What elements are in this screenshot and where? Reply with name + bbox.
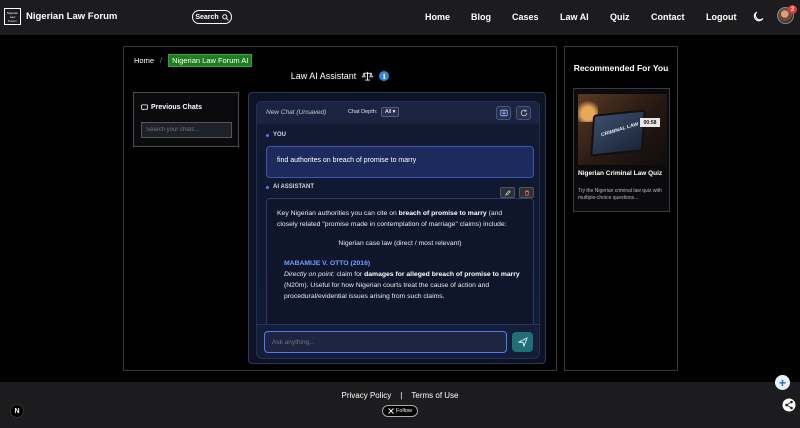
ai-role-label: AI ASSISTANT: [266, 184, 314, 190]
site-logo[interactable]: Nigerian Law Forum: [4, 8, 21, 25]
user-role-label: YOU: [266, 132, 286, 138]
refresh-icon: [520, 109, 527, 117]
pencil-icon: [504, 189, 511, 196]
quiz-thumbnail: CRIMINAL LAW 00:58: [578, 94, 667, 165]
footer-links: Privacy Policy | Terms of Use: [0, 391, 800, 400]
nav-cases[interactable]: Cases: [512, 12, 539, 22]
chat-history-icon: [141, 104, 148, 111]
chat-depth-select[interactable]: All ▾: [381, 107, 400, 117]
chat-search-input[interactable]: [141, 122, 232, 138]
add-button[interactable]: +: [775, 375, 790, 390]
recommended-title: Recommended For You: [573, 63, 669, 73]
refresh-chat-button[interactable]: [516, 106, 531, 120]
breadcrumb-separator: /: [160, 56, 163, 65]
chat-window: New Chat (Unsaved) Chat Depth: All ▾ YOU…: [248, 92, 546, 364]
breadcrumb-home[interactable]: Home: [134, 56, 154, 65]
save-chat-button[interactable]: [496, 106, 511, 120]
chat-container: New Chat (Unsaved) Chat Depth: All ▾ YOU…: [256, 101, 540, 359]
edit-message-button[interactable]: [500, 187, 515, 198]
terms-of-use-link[interactable]: Terms of Use: [411, 391, 458, 400]
search-label: Search: [195, 13, 219, 21]
ai-intro: Key Nigerian authorities you can cite on…: [277, 210, 507, 228]
case-body: Directly on point: claim for damages for…: [284, 271, 520, 300]
recommended-panel: Recommended For You CRIMINAL LAW 00:58 N…: [564, 46, 678, 371]
ask-input[interactable]: [264, 331, 507, 353]
nav-law-ai[interactable]: Law AI: [560, 12, 589, 22]
case-title: MABAMIJE V. OTTO (2016): [284, 260, 371, 267]
moon-icon[interactable]: [753, 11, 764, 22]
save-icon: [499, 109, 508, 117]
scale-icon: [362, 71, 374, 81]
footer-separator: |: [400, 391, 403, 400]
recommended-card-title: Nigerian Criminal Law Quiz: [578, 170, 663, 177]
delete-message-button[interactable]: [519, 187, 534, 198]
brand-name[interactable]: Nigerian Law Forum: [26, 11, 117, 22]
chat-header: New Chat (Unsaved) Chat Depth: All ▾: [257, 102, 539, 124]
footer: Privacy Policy | Terms of Use Follow: [0, 382, 800, 428]
nav-quiz[interactable]: Quiz: [610, 12, 630, 22]
message-tools: [500, 187, 534, 198]
privacy-policy-link[interactable]: Privacy Policy: [342, 391, 392, 400]
top-nav: Nigerian Law Forum Nigerian Law Forum Se…: [0, 0, 800, 35]
send-icon: [517, 337, 528, 347]
notification-badge[interactable]: 2: [788, 5, 797, 14]
previous-chats-panel: Previous Chats: [133, 92, 239, 147]
share-icon[interactable]: [782, 398, 796, 412]
breadcrumb-current: Nigerian Law Forum AI: [168, 54, 253, 67]
nav-contact[interactable]: Contact: [651, 12, 685, 22]
chat-depth-label: Chat Depth:: [348, 109, 378, 115]
recommended-card-desc: Try the Nigerian criminal law quiz with …: [578, 188, 662, 201]
send-button[interactable]: [512, 332, 533, 352]
search-icon: [221, 13, 229, 21]
trash-icon: [524, 189, 529, 196]
nav-home[interactable]: Home: [425, 12, 450, 22]
info-icon[interactable]: i: [379, 71, 390, 81]
ai-message: Key Nigerian authorities you can cite on…: [266, 198, 534, 338]
nav-logout[interactable]: Logout: [706, 12, 737, 22]
nav-blog[interactable]: Blog: [471, 12, 491, 22]
chat-input-bar: [257, 324, 539, 358]
recommended-card[interactable]: CRIMINAL LAW 00:58 Nigerian Criminal Law…: [573, 88, 670, 212]
page-title-row: Law AI Assistant i: [124, 71, 556, 81]
previous-chats-title: Previous Chats: [141, 104, 202, 111]
n-badge[interactable]: N: [10, 404, 24, 418]
ai-section-heading: Nigerian case law (direct / most relevan…: [338, 240, 462, 247]
chat-title: New Chat (Unsaved): [266, 109, 327, 116]
x-follow-button[interactable]: Follow: [382, 405, 418, 417]
page-title: Law AI Assistant: [290, 71, 357, 81]
main-panel: Home / Nigerian Law Forum AI Law AI Assi…: [123, 46, 557, 371]
user-message: find authorites on breach of promise to …: [266, 146, 534, 178]
breadcrumb: Home / Nigerian Law Forum AI: [134, 54, 253, 67]
search-button[interactable]: Search: [192, 10, 232, 24]
x-logo-icon: [388, 408, 394, 414]
